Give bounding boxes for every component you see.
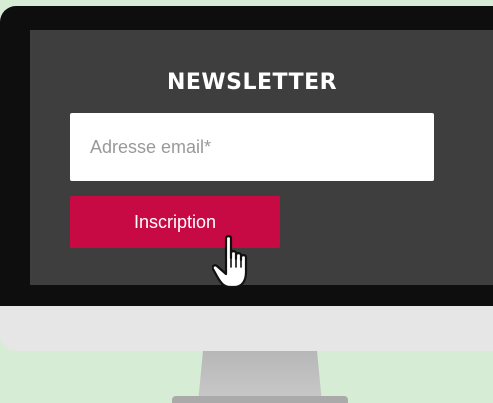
newsletter-title: NEWSLETTER: [166, 70, 338, 95]
hand-pointer-icon: [212, 235, 248, 289]
monitor-stand-base: [172, 396, 348, 403]
illustration-stage: NEWSLETTER Inscription: [0, 0, 493, 403]
email-input[interactable]: [70, 113, 434, 181]
